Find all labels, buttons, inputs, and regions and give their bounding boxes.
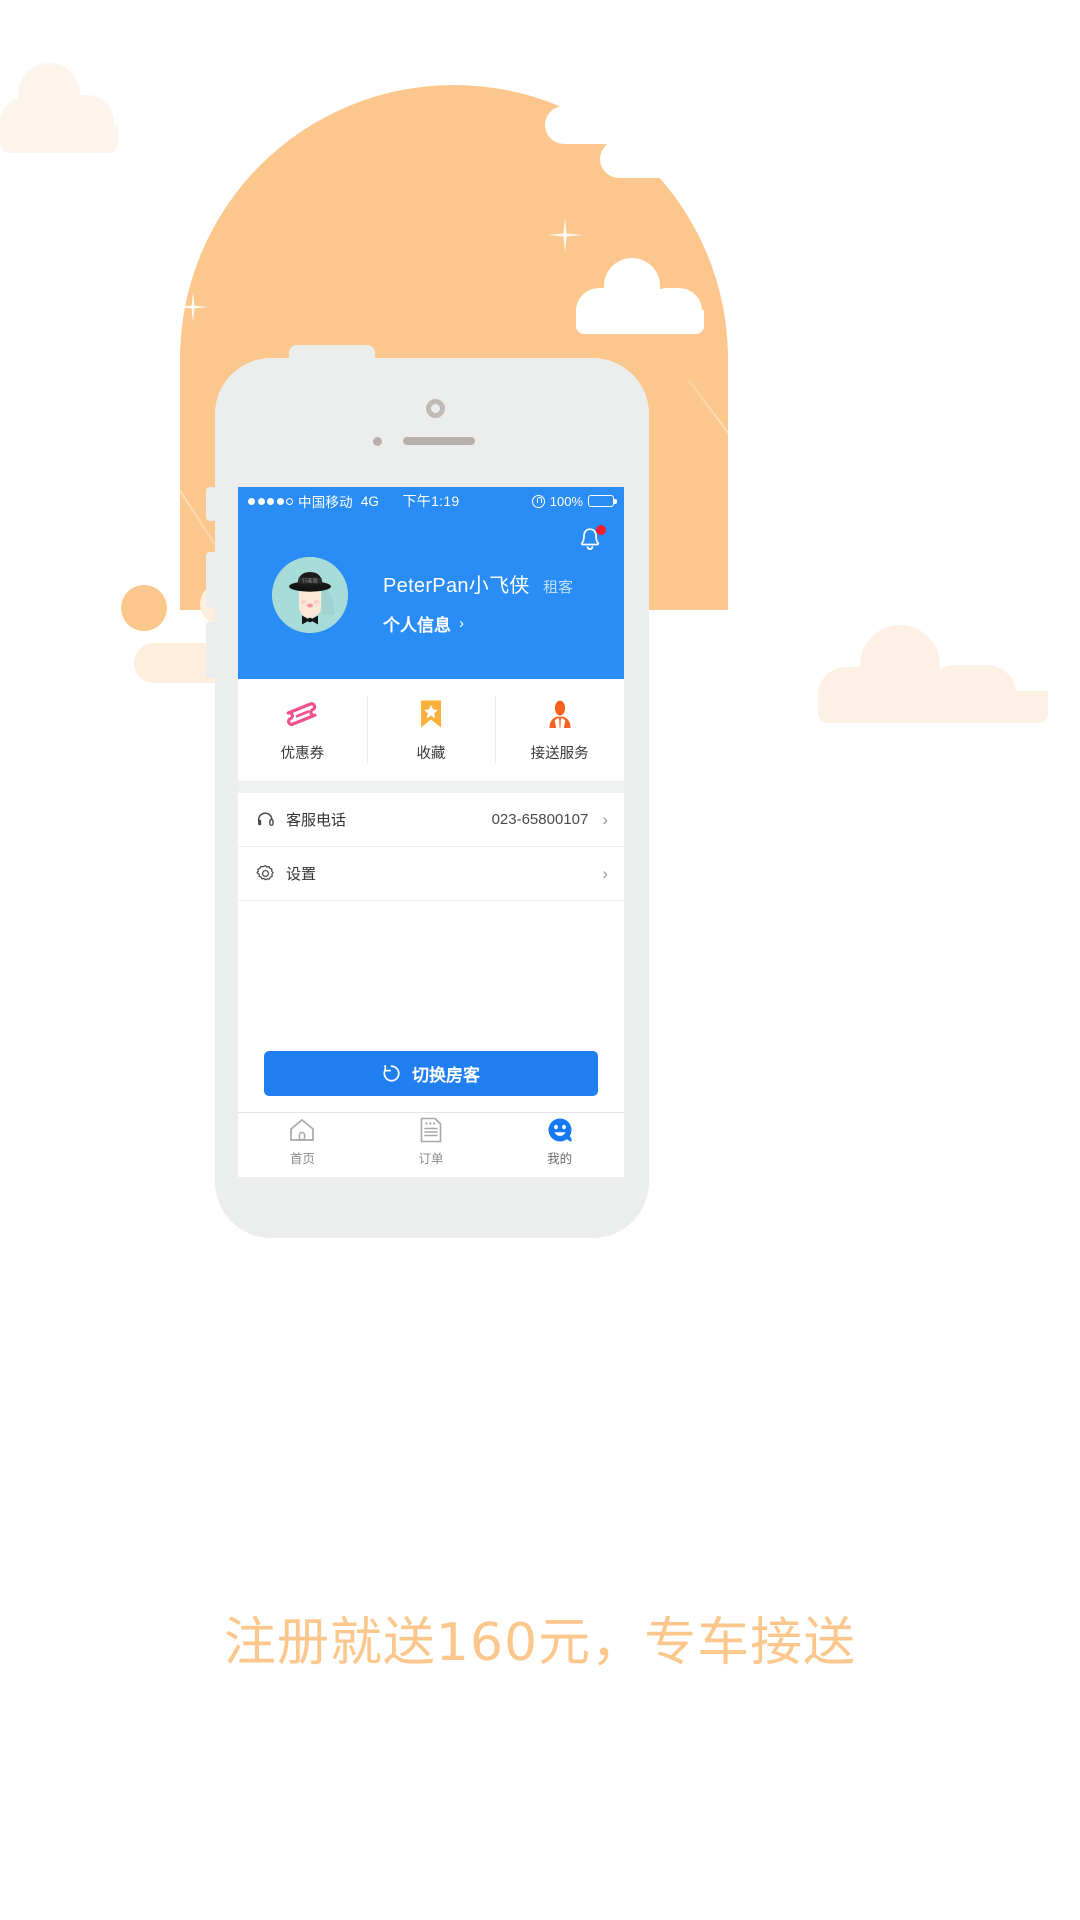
svg-text:行客居: 行客居	[302, 577, 318, 585]
phone-volume-down	[206, 622, 217, 678]
settings-list: 客服电话 023-65800107 › 设置 ›	[238, 793, 624, 901]
list-item-value: 023-65800107	[491, 811, 589, 828]
switch-role-label: 切换房客	[412, 1066, 480, 1085]
coupon-ticket-icon	[286, 697, 318, 729]
phone-earpiece-speaker	[403, 437, 475, 445]
quick-action-coupon[interactable]: 优惠券	[238, 679, 367, 781]
profile-role: 租客	[543, 579, 574, 596]
tab-orders[interactable]: 订单	[367, 1113, 496, 1170]
battery-icon	[588, 495, 617, 507]
quick-action-pickup-service[interactable]: 接送服务	[495, 679, 624, 781]
page-root: 中国移动 4G 下午1:19 100% 行客居 PeterPan小飞侠 租客 个…	[0, 0, 1080, 1920]
quick-action-label: 收藏	[416, 746, 446, 762]
battery-percent: 100%	[549, 493, 583, 509]
quick-actions-row: 优惠券 收藏 接送服务	[238, 679, 624, 782]
profile-name: PeterPan小飞侠	[383, 575, 530, 597]
quick-action-label: 接送服务	[530, 746, 589, 762]
list-item-service-phone[interactable]: 客服电话 023-65800107 ›	[238, 793, 624, 847]
status-bar-left: 中国移动 4G	[248, 491, 379, 511]
notification-badge	[596, 525, 606, 535]
decor-orange-dot-left	[121, 585, 167, 631]
smiley-profile-icon	[547, 1117, 573, 1143]
refresh-icon	[383, 1064, 400, 1082]
promo-caption: 注册就送160元，专车接送	[223, 1613, 857, 1673]
bookmark-star-icon	[419, 697, 443, 729]
bottom-tab-bar: 首页 订单 我的	[238, 1112, 624, 1170]
phone-proximity-sensor	[373, 437, 382, 446]
tab-label: 我的	[547, 1151, 573, 1166]
quick-action-favorites[interactable]: 收藏	[366, 679, 496, 781]
empty-space	[238, 901, 624, 1051]
chevron-right-icon: ›	[602, 809, 608, 829]
signal-strength-icon	[248, 497, 293, 505]
personal-info-label: 个人信息	[383, 616, 451, 635]
chevron-right-icon: ›	[459, 615, 464, 632]
profile-text-block: PeterPan小飞侠 租客 个人信息 ›	[383, 569, 573, 636]
switch-role-button[interactable]: 切换房客	[264, 1051, 598, 1096]
phone-screen: 中国移动 4G 下午1:19 100% 行客居 PeterPan小飞侠 租客 个…	[238, 487, 624, 1177]
gear-icon	[254, 864, 276, 883]
rotation-lock-icon	[531, 494, 545, 508]
switch-button-area: 切换房客	[238, 1051, 624, 1112]
profile-header: 行客居 PeterPan小飞侠 租客 个人信息 ›	[238, 515, 624, 679]
decor-sparkle-1	[548, 218, 582, 252]
quick-action-label: 优惠券	[280, 746, 325, 762]
decor-sparkle-2	[178, 292, 208, 322]
order-document-icon	[420, 1117, 442, 1143]
tab-home[interactable]: 首页	[238, 1113, 367, 1170]
tab-profile[interactable]: 我的	[495, 1113, 624, 1170]
tab-label: 订单	[418, 1151, 444, 1166]
home-icon	[289, 1117, 315, 1143]
headset-icon	[254, 810, 276, 829]
tab-label: 首页	[289, 1151, 315, 1166]
list-item-label: 设置	[286, 866, 317, 883]
section-divider	[238, 782, 624, 793]
phone-volume-up	[206, 552, 217, 608]
profile-name-row: PeterPan小飞侠 租客	[383, 569, 573, 598]
chevron-right-icon: ›	[602, 863, 608, 883]
decor-white-dot-1	[682, 108, 720, 144]
decor-white-bar-3	[600, 140, 720, 178]
network-type: 4G	[360, 493, 379, 509]
phone-front-camera	[426, 399, 445, 418]
status-bar: 中国移动 4G 下午1:19 100%	[238, 487, 624, 515]
carrier-name: 中国移动	[298, 495, 353, 510]
list-item-settings[interactable]: 设置 ›	[238, 847, 624, 901]
avatar[interactable]: 行客居	[272, 557, 348, 633]
status-bar-right: 100%	[531, 493, 617, 509]
list-item-label: 客服电话	[286, 812, 347, 829]
personal-info-link[interactable]: 个人信息 ›	[383, 611, 573, 636]
phone-mute-switch	[206, 487, 217, 521]
person-service-icon	[546, 697, 574, 729]
